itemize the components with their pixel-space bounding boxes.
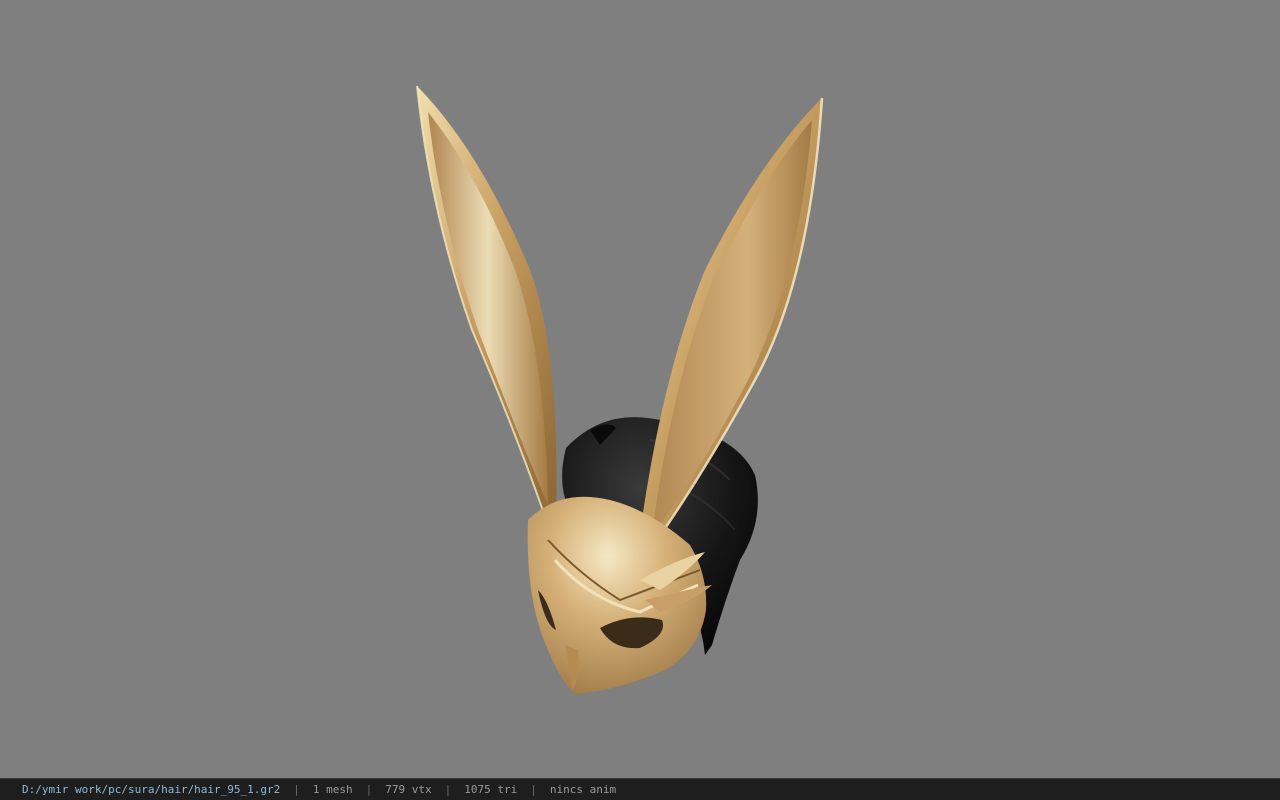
3d-viewport[interactable] [0,0,1280,778]
vertex-count: 779 vtx [385,783,432,796]
animation-status: nincs anim [549,783,617,796]
mesh-count: 1 mesh [312,783,353,796]
status-bar: D:/ymir work/pc/sura/hair/hair_95_1.gr2 … [0,778,1280,800]
separator: | [293,783,300,796]
separator: | [530,783,537,796]
file-path: D:/ymir work/pc/sura/hair/hair_95_1.gr2 [22,783,281,796]
triangle-count: 1075 tri [464,783,518,796]
separator: | [365,783,373,796]
left-ear [416,85,557,526]
separator: | [444,783,452,796]
model-render [416,85,824,694]
